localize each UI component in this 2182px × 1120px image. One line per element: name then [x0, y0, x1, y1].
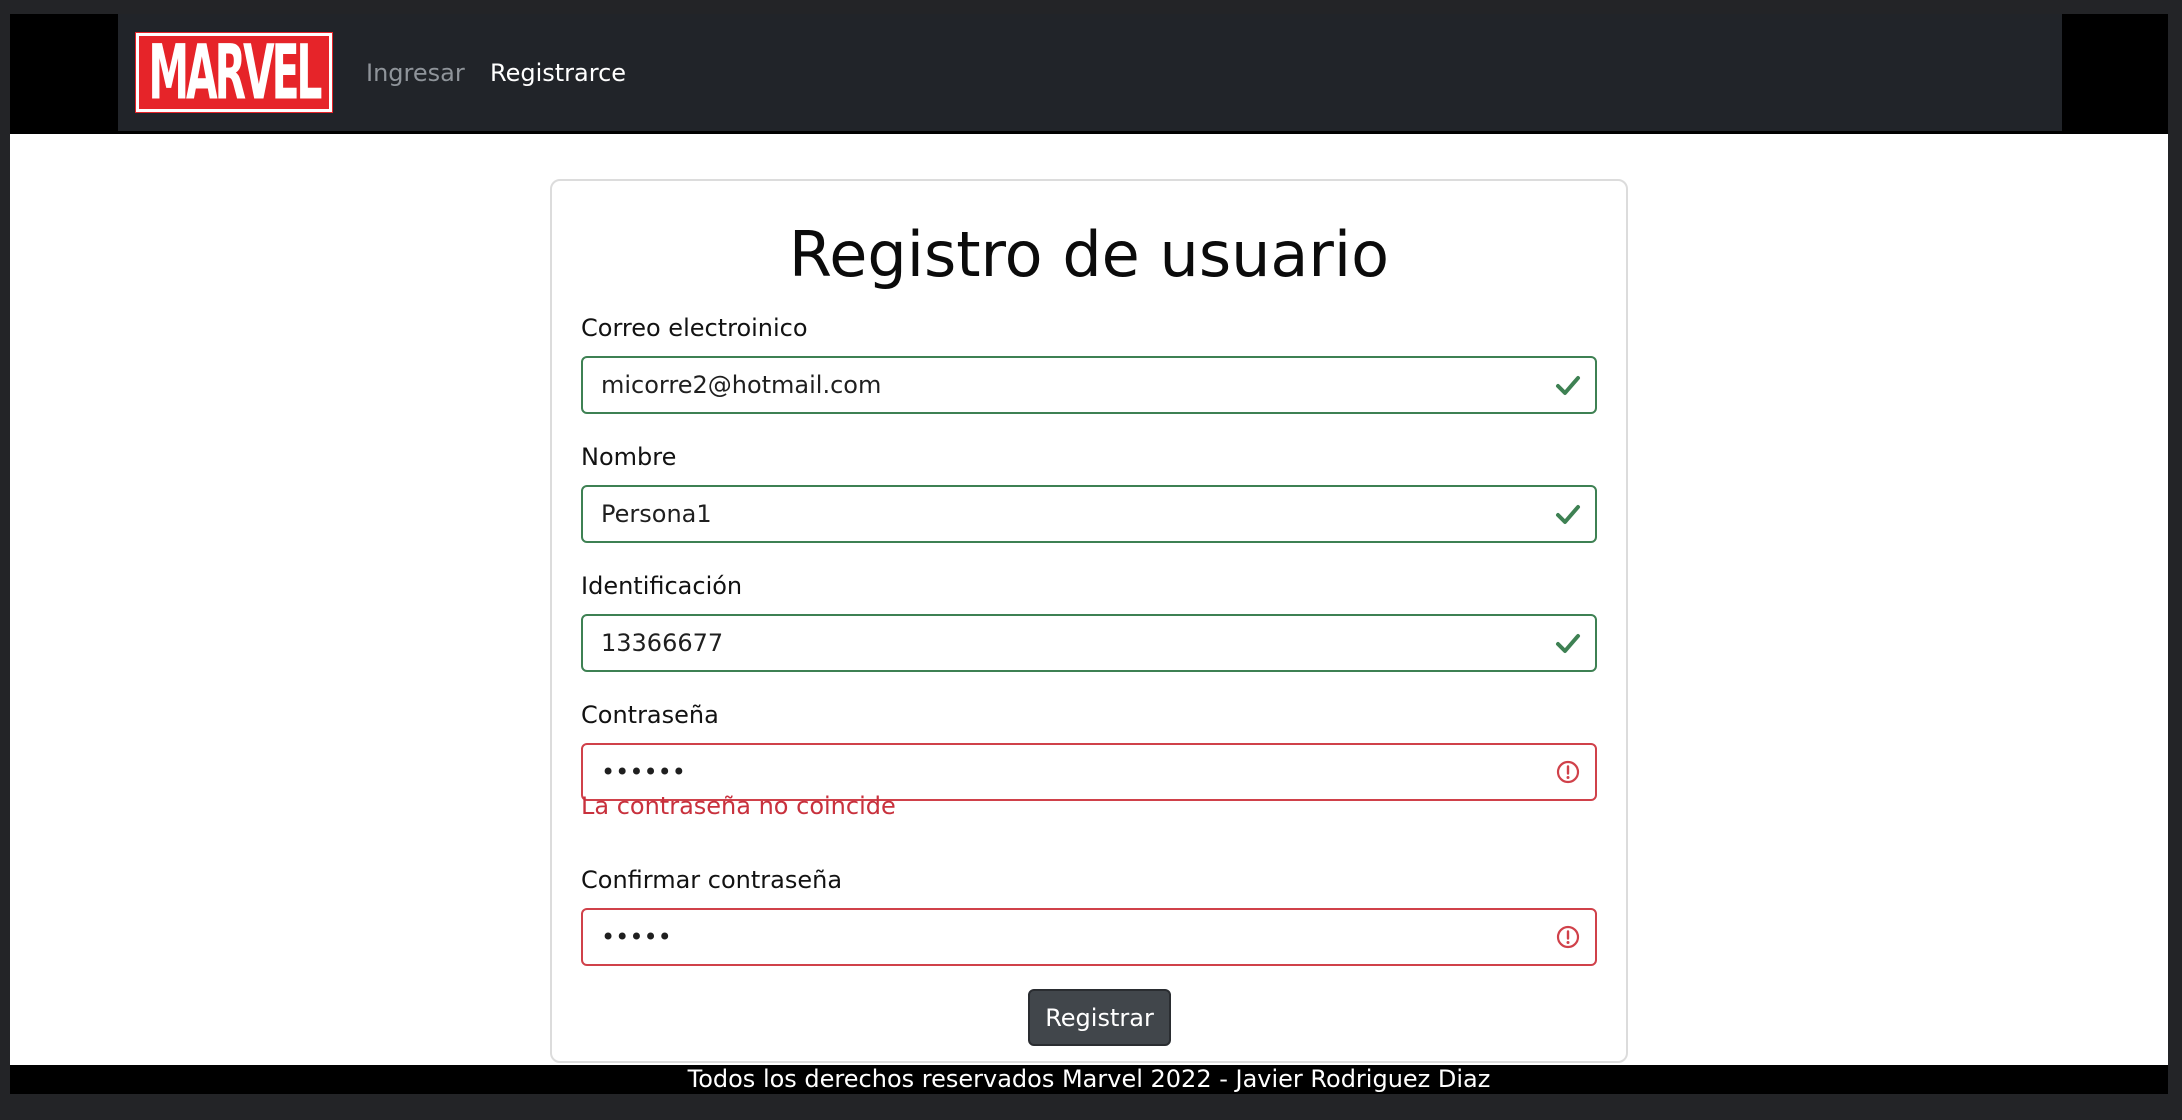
- footer: Todos los derechos reservados Marvel 202…: [10, 1065, 2168, 1094]
- name-field-wrapper: [581, 485, 1597, 543]
- confirm-password-field[interactable]: [583, 910, 1595, 964]
- logo-text: MARVEL: [148, 33, 322, 112]
- check-icon: [1556, 634, 1580, 653]
- check-icon: [1556, 376, 1580, 395]
- check-icon: [1556, 505, 1580, 524]
- password-label: Contraseña: [581, 701, 719, 729]
- name-field[interactable]: [583, 487, 1595, 541]
- nav-link-registrarce[interactable]: Registrarce: [490, 57, 626, 89]
- registration-card: Registro de usuario Correo electroinico …: [550, 179, 1628, 1063]
- alert-circle-icon: [1556, 760, 1580, 784]
- page-title: Registro de usuario: [788, 218, 1390, 291]
- id-field[interactable]: [583, 616, 1595, 670]
- password-error: La contraseña no coincide: [581, 792, 896, 820]
- nav-link-ingresar[interactable]: Ingresar: [366, 57, 465, 89]
- page: MARVEL Ingresar Registrarce Registro de …: [10, 14, 2168, 1094]
- confirm-password-field-wrapper: [581, 908, 1597, 966]
- id-field-wrapper: [581, 614, 1597, 672]
- email-field-wrapper: [581, 356, 1597, 414]
- marvel-logo[interactable]: MARVEL: [135, 32, 333, 113]
- id-label: Identificación: [581, 572, 743, 600]
- email-label: Correo electroinico: [581, 314, 808, 342]
- name-label: Nombre: [581, 443, 677, 471]
- confirm-password-label: Confirmar contraseña: [581, 866, 843, 894]
- alert-circle-icon: [1556, 925, 1580, 949]
- register-button[interactable]: Registrar: [1028, 989, 1171, 1046]
- email-field[interactable]: [583, 358, 1595, 412]
- navbar-container: MARVEL Ingresar Registrarce: [10, 14, 2168, 134]
